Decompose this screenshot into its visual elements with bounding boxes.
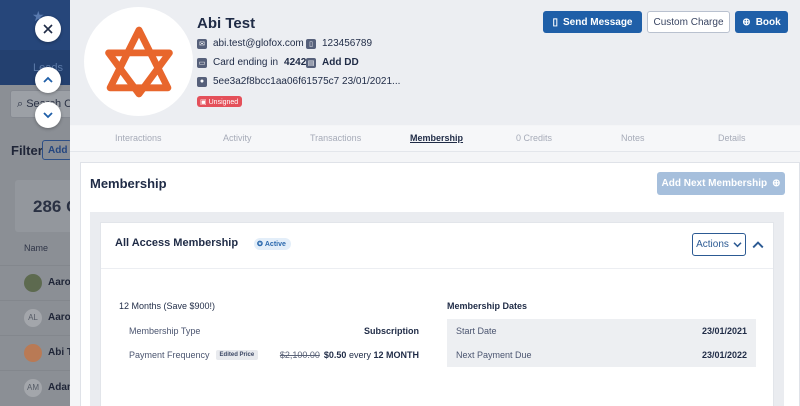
- background-row: AM Adam: [0, 370, 76, 404]
- avatar: AM: [24, 379, 42, 397]
- avatar: [24, 344, 42, 362]
- email-text: abi.test@glofox.com: [213, 38, 304, 49]
- price-value: $2,100.00 $0.50 every 12 MONTH: [279, 350, 419, 360]
- tab-interactions[interactable]: Interactions: [115, 133, 162, 143]
- tab-transactions[interactable]: Transactions: [310, 133, 361, 143]
- email-row: ✉ abi.test@glofox.com: [197, 38, 304, 49]
- filter-label: Filter: [11, 143, 43, 158]
- book-button[interactable]: ⊕ Book: [735, 11, 788, 33]
- background-row: Aaron: [0, 265, 77, 299]
- section-title: Membership: [90, 176, 167, 191]
- avatar: [24, 274, 42, 292]
- person-icon: ●: [197, 76, 207, 87]
- tab-membership[interactable]: Membership: [410, 133, 463, 143]
- card-last4: 4242: [284, 57, 307, 68]
- divider: [101, 268, 773, 269]
- avatar: AL: [24, 309, 42, 327]
- add-next-membership-button[interactable]: Add Next Membership ⊕: [657, 172, 785, 195]
- member-id-row: ● 5ee3a2f8bcc1aa06f61575c7 23/01/2021...: [197, 76, 400, 87]
- actions-dropdown[interactable]: Actions: [692, 233, 746, 256]
- phone-icon: ▯: [306, 38, 316, 49]
- tab-activity[interactable]: Activity: [223, 133, 252, 143]
- custom-charge-button[interactable]: Custom Charge: [647, 11, 730, 33]
- next-record-button[interactable]: [35, 102, 61, 128]
- status-badge: ✪ Active: [254, 238, 291, 250]
- bank-icon: ▤: [306, 57, 316, 68]
- tab-details[interactable]: Details: [718, 133, 746, 143]
- membership-type-row: Membership Type Subscription: [129, 326, 419, 336]
- plus-circle-icon: ⊕: [742, 16, 751, 28]
- profile-panel: Abi Test ✉ abi.test@glofox.com ▯ 1234567…: [70, 0, 800, 406]
- name-column-header: Name: [24, 243, 49, 253]
- tab-notes[interactable]: Notes: [621, 133, 645, 143]
- email-icon: ✉: [197, 38, 207, 49]
- payment-frequency-row: Payment Frequency Edited Price $2,100.00…: [129, 350, 419, 360]
- plus-circle-icon: ⊕: [772, 178, 781, 189]
- document-icon: ▣: [200, 99, 207, 106]
- mobile-icon: ▯: [552, 16, 559, 28]
- credit-card-icon: ▭: [197, 57, 207, 68]
- profile-tabs: Interactions Activity Transactions Membe…: [70, 126, 800, 152]
- close-button[interactable]: [35, 16, 61, 42]
- chevron-up-icon: [752, 241, 764, 249]
- background-row: AL Aaron: [0, 300, 77, 334]
- unsigned-badge[interactable]: ▣ Unsigned: [197, 96, 243, 107]
- profile-name: Abi Test: [197, 15, 256, 32]
- chevron-down-icon: [43, 112, 53, 119]
- add-dd-link[interactable]: ▤ Add DD: [306, 57, 359, 68]
- chevron-down-icon: [733, 242, 742, 248]
- previous-record-button[interactable]: [35, 67, 61, 93]
- background-row: Abi T: [0, 335, 73, 369]
- start-date-row: Start Date 23/01/2021: [447, 319, 756, 343]
- send-message-button[interactable]: ▯ Send Message: [543, 11, 642, 33]
- membership-card: All Access Membership ✪ Active Actions 1…: [100, 222, 774, 406]
- edited-price-badge: Edited Price: [215, 350, 259, 360]
- member-id-text: 5ee3a2f8bcc1aa06f61575c7 23/01/2021...: [213, 76, 401, 87]
- check-circle-icon: ✪: [257, 241, 263, 248]
- phone-text: 123456789: [322, 38, 373, 49]
- membership-title: All Access Membership: [115, 237, 239, 249]
- tab-credits[interactable]: 0 Credits: [516, 133, 552, 143]
- phone-row: ▯ 123456789: [306, 38, 372, 49]
- profile-avatar: [84, 7, 193, 116]
- background-add-button: Add: [42, 140, 72, 160]
- plan-title: 12 Months (Save $900!): [119, 301, 216, 311]
- card-row: ▭ Card ending in 4242: [197, 57, 307, 68]
- glofox-logo-icon: [104, 26, 173, 97]
- membership-section: Membership Add Next Membership ⊕ All Acc…: [80, 162, 800, 406]
- collapse-button[interactable]: [752, 237, 766, 251]
- chevron-up-icon: [43, 76, 53, 83]
- next-payment-row: Next Payment Due 23/01/2022: [447, 343, 756, 367]
- membership-dates-title: Membership Dates: [447, 301, 528, 311]
- profile-header: Abi Test ✉ abi.test@glofox.com ▯ 1234567…: [70, 0, 800, 125]
- membership-list: All Access Membership ✪ Active Actions 1…: [90, 212, 784, 406]
- close-icon: [43, 24, 53, 34]
